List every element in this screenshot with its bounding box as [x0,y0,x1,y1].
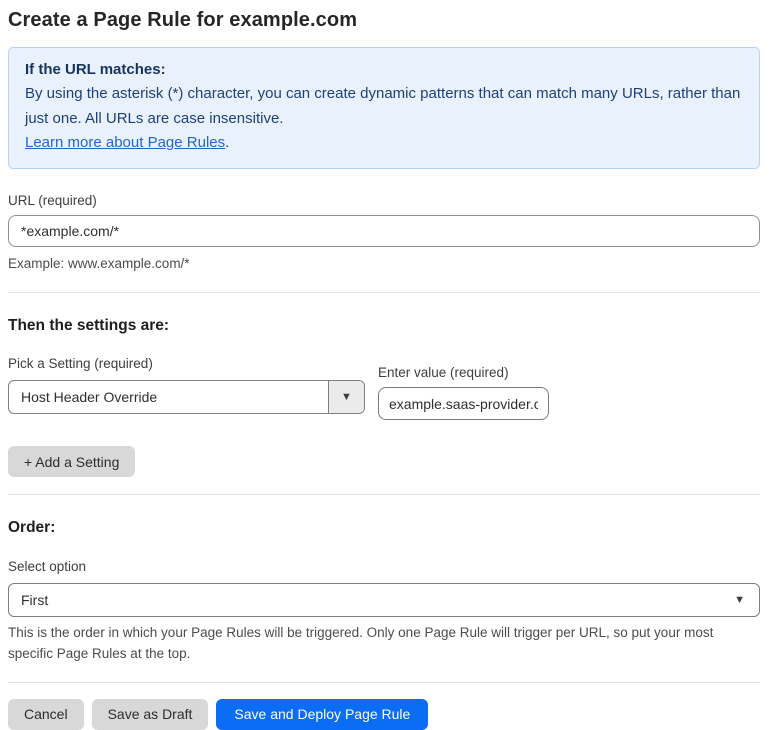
settings-section-heading: Then the settings are: [8,317,170,335]
divider [8,681,760,683]
setting-select-button[interactable]: ▼ [328,381,364,414]
save-as-draft-button[interactable]: Save as Draft [91,698,209,730]
order-select-value: First [21,592,49,609]
order-helper-text: This is the order in which your Page Rul… [8,625,714,662]
settings-row: Pick a Setting (required) Host Header Ov… [8,356,760,421]
setting-picker-column: Pick a Setting (required) Host Header Ov… [8,356,365,415]
url-helper-text: Example: www.example.com/* [8,256,190,272]
url-match-info-box: If the URL matches: By using the asteris… [8,47,760,170]
divider [8,494,760,496]
url-field-label: URL (required) [8,193,97,209]
setting-select[interactable]: Host Header Override ▼ [8,380,365,415]
info-box-body: By using the asterisk (*) character, you… [25,85,741,127]
info-box-heading: If the URL matches: [25,61,166,78]
info-box-link-line: Learn more about Page Rules. [25,131,743,155]
cancel-button[interactable]: Cancel [8,698,84,730]
setting-value-column: Enter value (required) [378,365,549,421]
setting-picker-label: Pick a Setting (required) [8,356,153,372]
setting-select-value: Host Header Override [21,389,158,406]
create-page-rule-form: Create a Page Rule for example.com If th… [0,9,772,730]
order-select[interactable]: First ▼ [8,583,760,618]
chevron-down-icon: ▼ [734,593,745,606]
footer-actions: Cancel Save as Draft Save and Deploy Pag… [8,698,760,730]
order-select-label: Select option [8,559,87,575]
link-period: . [225,133,230,151]
url-input[interactable] [8,215,760,248]
learn-more-link[interactable]: Learn more about Page Rules [25,134,225,151]
divider [8,292,760,294]
add-setting-button[interactable]: + Add a Setting [8,446,136,478]
chevron-down-icon: ▼ [341,390,352,403]
order-section-heading: Order: [8,519,56,537]
setting-value-input[interactable] [378,387,549,421]
page-title: Create a Page Rule for example.com [8,9,358,31]
save-and-deploy-button[interactable]: Save and Deploy Page Rule [216,698,429,730]
setting-value-label: Enter value (required) [378,365,509,381]
